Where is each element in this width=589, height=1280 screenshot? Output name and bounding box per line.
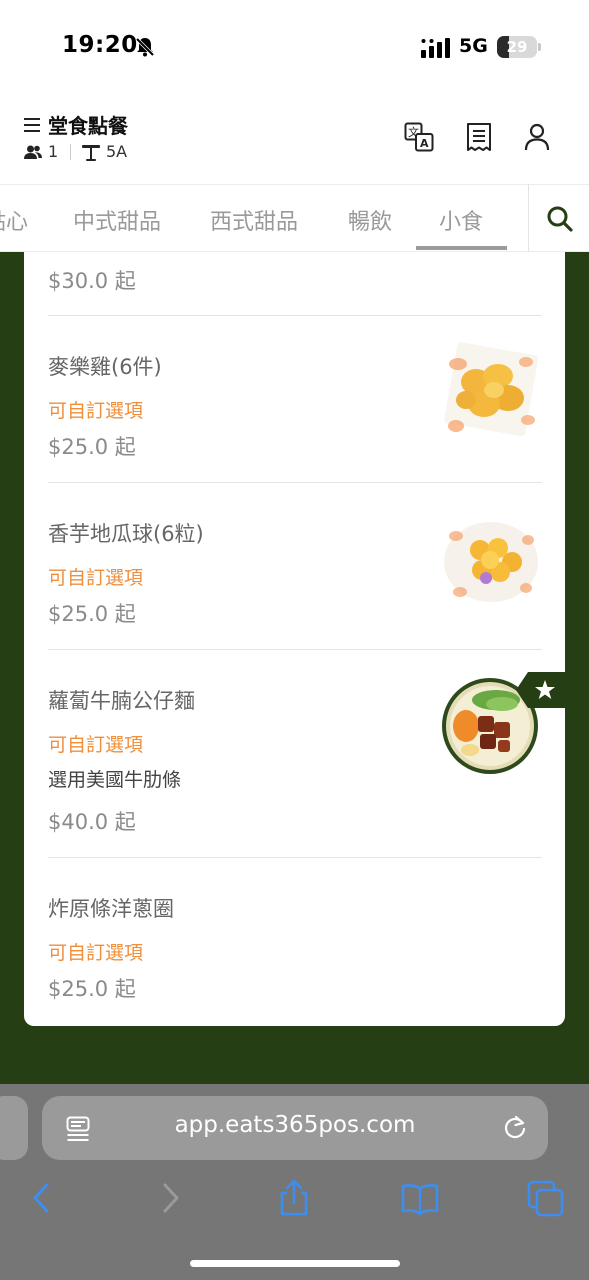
guests-count: 1 xyxy=(48,142,59,161)
item-price: $25.0 起 xyxy=(48,602,136,626)
receipt-icon[interactable] xyxy=(464,122,494,152)
divider xyxy=(48,315,542,316)
customizable-label: 可自訂選項 xyxy=(48,567,144,589)
menu-item-name[interactable]: 蘿蔔牛腩公仔麵 xyxy=(48,685,195,715)
page-title: 堂食點餐 xyxy=(48,114,128,138)
search-icon[interactable] xyxy=(546,205,573,232)
meta-divider xyxy=(70,144,71,160)
divider xyxy=(48,857,542,858)
previous-tab-preview[interactable] xyxy=(0,1096,28,1160)
item-description: 選用美國牛肋條 xyxy=(48,769,182,791)
translate-icon[interactable]: 文 A xyxy=(404,122,434,152)
battery-level: 29 xyxy=(506,38,528,56)
tab-western-dessert[interactable]: 西式甜品 xyxy=(210,204,298,236)
tab-drinks[interactable]: 暢飲 xyxy=(348,204,392,236)
table-icon xyxy=(82,145,100,161)
home-indicator xyxy=(190,1260,400,1267)
svg-text:A: A xyxy=(420,137,429,150)
item-price: $25.0 起 xyxy=(48,977,136,1001)
reload-icon[interactable] xyxy=(502,1115,528,1141)
menu-item-name[interactable]: 香芋地瓜球(6粒) xyxy=(48,518,204,548)
guests-icon xyxy=(24,145,42,159)
item-price: $30.0 起 xyxy=(48,269,136,293)
network-label: 5G xyxy=(459,35,488,57)
battery-indicator: 29 xyxy=(497,36,537,58)
bell-slash-icon xyxy=(135,37,155,57)
customizable-label: 可自訂選項 xyxy=(48,734,144,756)
customizable-label: 可自訂選項 xyxy=(48,942,144,964)
item-price: $25.0 起 xyxy=(48,435,136,459)
active-tab-indicator xyxy=(416,246,507,250)
tabs-icon[interactable] xyxy=(526,1178,566,1218)
share-icon[interactable] xyxy=(274,1178,314,1218)
tab-dim-sum[interactable]: 點心 xyxy=(0,204,28,236)
customizable-label: 可自訂選項 xyxy=(48,400,144,422)
url-text[interactable]: app.eats365pos.com xyxy=(42,1112,548,1138)
tabs-separator xyxy=(528,184,529,252)
chicken-nuggets-image[interactable] xyxy=(440,342,540,440)
signal-icon xyxy=(421,38,450,58)
forward-icon[interactable] xyxy=(150,1178,190,1218)
star-icon xyxy=(516,672,566,708)
battery-cap xyxy=(538,43,541,51)
account-icon[interactable] xyxy=(522,122,552,152)
table-number: 5A xyxy=(106,142,128,161)
bookmarks-icon[interactable] xyxy=(400,1178,440,1218)
category-tabs: 點心 中式甜品 西式甜品 暢飲 小食 xyxy=(0,184,589,252)
menu-item-name[interactable]: 炸原條洋蔥圈 xyxy=(48,893,174,923)
tab-chinese-dessert[interactable]: 中式甜品 xyxy=(73,204,161,236)
item-price: $40.0 起 xyxy=(48,810,136,834)
divider xyxy=(48,649,542,650)
tab-snacks[interactable]: 小食 xyxy=(439,204,483,236)
taro-sweet-potato-balls-image[interactable] xyxy=(440,516,542,606)
divider xyxy=(48,482,542,483)
menu-icon[interactable] xyxy=(24,118,40,132)
menu-item-name[interactable]: 麥樂雞(6件) xyxy=(48,351,162,381)
back-icon[interactable] xyxy=(22,1178,62,1218)
status-time: 19:20 xyxy=(62,32,138,58)
reader-icon[interactable] xyxy=(66,1116,90,1142)
